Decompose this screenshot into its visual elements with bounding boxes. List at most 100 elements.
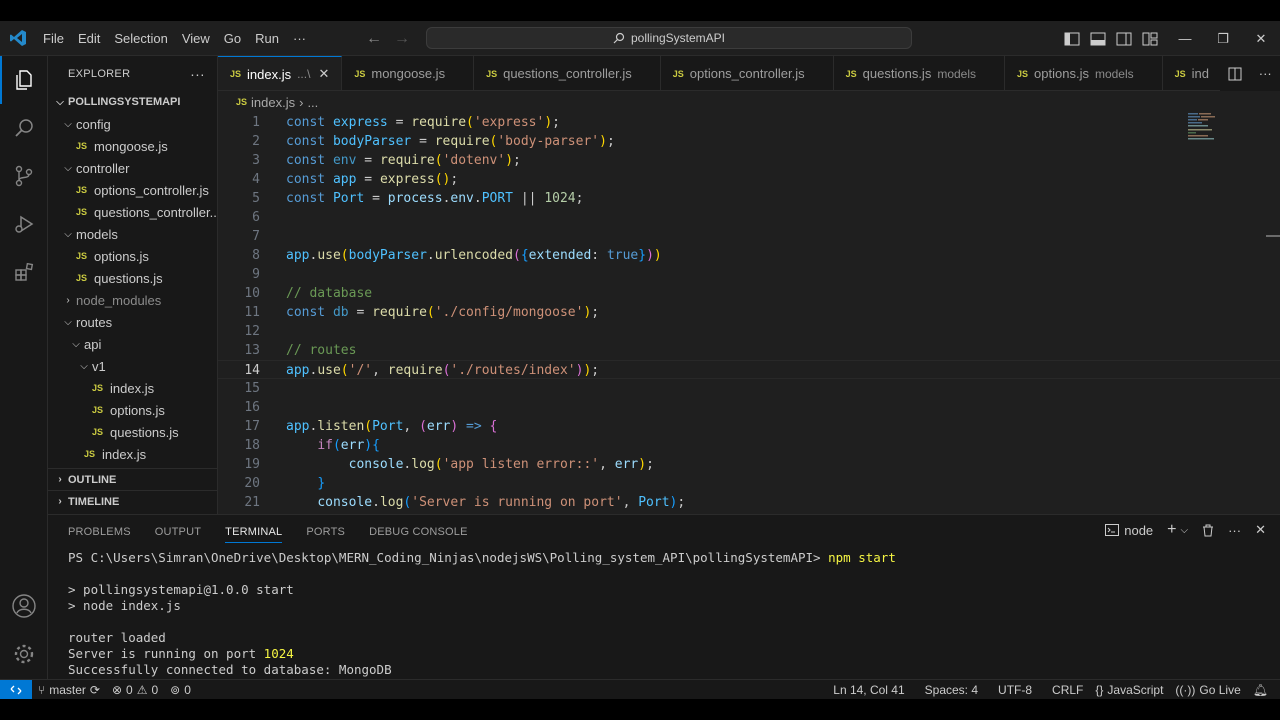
menu-selection[interactable]: Selection (107, 21, 174, 56)
tree-file[interactable]: JS options_controller.js (48, 179, 217, 201)
tree-file[interactable]: JS index.js (48, 377, 217, 399)
tab-problems[interactable]: PROBLEMS (68, 526, 131, 538)
toggle-secondary-sidebar-icon[interactable] (1116, 32, 1132, 46)
problems-status[interactable]: ⊗ 0 ⚠ 0 (106, 683, 164, 697)
extensions-icon[interactable] (0, 248, 48, 296)
manage-gear-icon[interactable] (0, 630, 48, 678)
editor-more-actions-icon[interactable]: ··· (1259, 66, 1272, 81)
tree-item-label: questions_controller... (94, 204, 217, 220)
tree-file[interactable]: JS options.js (48, 245, 217, 267)
project-root-folder[interactable]: ⌵ POLLINGSYSTEMAPI (48, 91, 217, 113)
editor-tab[interactable]: JS options.js models (1005, 56, 1163, 90)
back-arrow-icon[interactable]: ← (366, 30, 382, 48)
language-mode[interactable]: {} JavaScript (1089, 683, 1169, 697)
toggle-panel-icon[interactable] (1090, 32, 1106, 46)
code-token: extended (528, 248, 592, 263)
code-token: '/' (348, 363, 373, 378)
close-tab-icon[interactable]: ✕ (318, 66, 329, 82)
code-area[interactable]: 1 const express = require('express'); 2 co… (218, 113, 1280, 512)
tree-folder[interactable]: ⌵ config (48, 113, 217, 135)
terminal-line: > node index.js (68, 598, 181, 613)
source-control-icon[interactable] (0, 152, 48, 200)
code-token: console (348, 457, 404, 472)
restore-window-icon[interactable]: ❐ (1204, 21, 1242, 56)
command-center-search[interactable]: pollingSystemAPI (426, 27, 912, 49)
notifications-bell-icon[interactable]: 🔔︎ (1247, 683, 1274, 697)
code-line-10: 10 // database (218, 284, 1280, 303)
menu-view[interactable]: View (175, 21, 217, 56)
timeline-section[interactable]: › TIMELINE (48, 490, 217, 512)
breadcrumb-rest[interactable]: ... (307, 95, 318, 110)
toggle-primary-sidebar-icon[interactable] (1064, 32, 1080, 46)
new-terminal-plus-icon[interactable]: + (1167, 521, 1176, 539)
minimap[interactable] (1188, 113, 1228, 143)
line-number: 10 (244, 286, 260, 301)
menu-edit[interactable]: Edit (71, 21, 107, 56)
run-and-debug-icon[interactable] (0, 200, 48, 248)
explorer-more-actions-icon[interactable]: ··· (190, 66, 205, 82)
branch-name: master (49, 682, 86, 697)
code-token: app (286, 248, 310, 263)
git-branch[interactable]: ⑂ master ⟳ (32, 683, 106, 697)
tab-debug-console[interactable]: DEBUG CONSOLE (369, 526, 468, 538)
tab-terminal[interactable]: TERMINAL (225, 526, 283, 543)
menu-run[interactable]: Run (248, 21, 286, 56)
editor-tab[interactable]: JS questions_controller.js (474, 56, 661, 90)
go-live-button[interactable]: ((·)) Go Live (1169, 683, 1246, 697)
code-token: app (286, 419, 310, 434)
menu-more[interactable]: ··· (286, 21, 313, 56)
braces-icon: {} (1095, 683, 1104, 697)
outline-section[interactable]: › OUTLINE (48, 468, 217, 490)
kill-terminal-trash-icon[interactable] (1202, 524, 1214, 537)
editor-tab[interactable]: JS options_controller.js (661, 56, 834, 90)
tree-folder[interactable]: › node_modules (48, 289, 217, 311)
remote-indicator-icon[interactable] (0, 679, 32, 700)
breadcrumb-file[interactable]: index.js (251, 95, 295, 110)
panel-more-actions-icon[interactable]: ··· (1228, 523, 1241, 538)
minimize-window-icon[interactable]: — (1166, 21, 1204, 56)
code-token: express (332, 115, 388, 130)
customize-layout-icon[interactable] (1142, 32, 1158, 46)
editor-tab[interactable]: JS index.js ...\ ✕ (218, 56, 343, 90)
line-number: 21 (244, 495, 260, 510)
chevron-down-icon[interactable]: ⌵ (1181, 525, 1189, 536)
tree-folder[interactable]: ⌵ routes (48, 311, 217, 333)
tree-file[interactable]: JS mongoose.js (48, 135, 217, 157)
terminal-output[interactable]: PS C:\Users\Simran\OneDrive\Desktop\MERN… (68, 550, 896, 678)
code-editor[interactable]: JS index.js › ... 1 const express = requi… (218, 91, 1280, 514)
split-editor-icon[interactable] (1228, 67, 1242, 81)
tab-ports[interactable]: PORTS (306, 526, 345, 538)
tree-folder[interactable]: ⌵ v1 (48, 355, 217, 377)
editor-tab[interactable]: JS mongoose.js (342, 56, 475, 90)
cursor-position[interactable]: Ln 14, Col 41 (827, 683, 910, 697)
explorer-files-icon[interactable] (0, 56, 48, 104)
tab-output[interactable]: OUTPUT (155, 526, 201, 538)
tree-file[interactable]: JS options.js (48, 399, 217, 421)
editor-scrollbar-indicator[interactable] (1266, 235, 1280, 237)
line-ending[interactable]: CRLF (1046, 683, 1089, 697)
js-file-icon: JS (236, 97, 248, 107)
ports-status[interactable]: ⊚ 0 (164, 683, 197, 697)
tree-file[interactable]: JS questions_controller... (48, 201, 217, 223)
menu-go[interactable]: Go (217, 21, 248, 56)
tree-folder[interactable]: ⌵ models (48, 223, 217, 245)
code-token: log (379, 495, 404, 510)
tree-item-label: options.js (110, 402, 165, 418)
editor-tab[interactable]: JS questions.js models (834, 56, 1006, 90)
search-icon[interactable] (0, 104, 48, 152)
tree-folder[interactable]: ⌵ controller (48, 157, 217, 179)
menu-file[interactable]: File (36, 21, 71, 56)
code-line-6: 6 (218, 208, 1280, 227)
js-file-icon: JS (92, 383, 104, 393)
tree-file[interactable]: JS questions.js (48, 267, 217, 289)
encoding[interactable]: UTF-8 (992, 683, 1038, 697)
close-panel-icon[interactable]: ✕ (1255, 522, 1266, 538)
tree-file[interactable]: JS index.js (48, 443, 217, 465)
terminal-shell-selector[interactable]: node (1105, 523, 1153, 538)
close-window-icon[interactable]: ✕ (1242, 21, 1280, 56)
indentation[interactable]: Spaces: 4 (919, 683, 984, 697)
tree-file[interactable]: JS questions.js (48, 421, 217, 443)
tree-folder[interactable]: ⌵ api (48, 333, 217, 355)
forward-arrow-icon[interactable]: → (394, 30, 410, 48)
account-icon[interactable] (0, 582, 48, 630)
